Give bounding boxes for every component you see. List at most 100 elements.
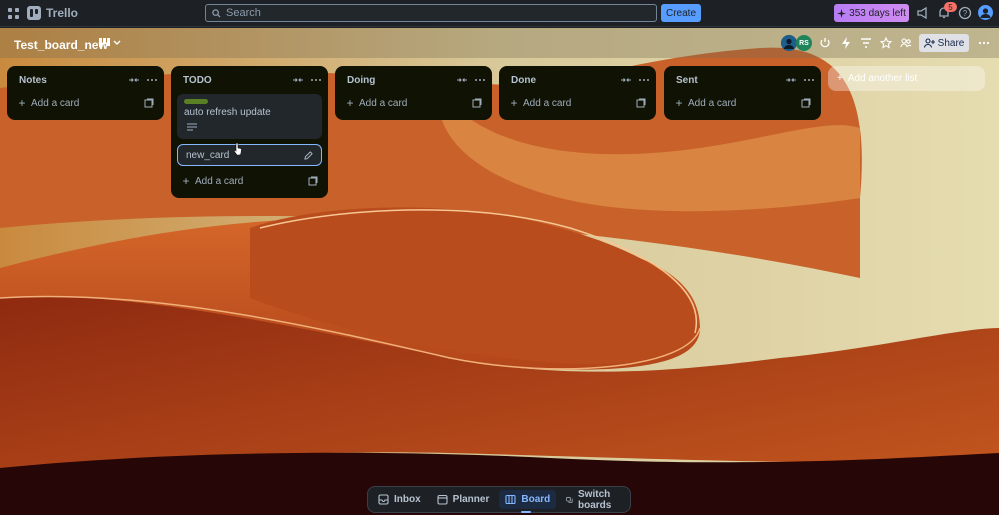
- inbox-icon: [378, 494, 389, 505]
- add-card-button[interactable]: + Add a card: [505, 92, 650, 114]
- list-actions-icon[interactable]: [474, 74, 486, 86]
- list-header: Done: [505, 72, 650, 88]
- add-card-button[interactable]: + Add a card: [177, 170, 322, 192]
- search-input[interactable]: [226, 7, 646, 19]
- list-done[interactable]: Done + Add a card: [499, 66, 656, 120]
- calendar-icon: [437, 494, 448, 505]
- card-template-icon[interactable]: [144, 98, 154, 108]
- card-title: auto refresh update: [184, 107, 271, 118]
- board-title[interactable]: Test_board_new: [14, 38, 108, 52]
- list-actions-icon[interactable]: [146, 74, 158, 86]
- top-nav: Trello Create 353 days left 5 ?: [0, 0, 999, 27]
- switch-boards-icon: [566, 497, 573, 503]
- automation-lightning-icon[interactable]: [840, 37, 852, 49]
- card[interactable]: auto refresh update: [177, 94, 322, 139]
- card-template-icon[interactable]: [472, 98, 482, 108]
- profile-avatar[interactable]: [978, 5, 993, 20]
- share-label: Share: [937, 37, 965, 49]
- list-header: Notes: [13, 72, 158, 88]
- chevron-down-icon: [113, 40, 121, 45]
- plus-icon: +: [510, 96, 518, 110]
- board-view-switcher[interactable]: [99, 38, 121, 47]
- plus-icon: +: [182, 174, 190, 188]
- share-button[interactable]: Share: [919, 34, 969, 52]
- list-actions-icon[interactable]: [310, 74, 322, 86]
- switch-boards-label: Switch boards: [578, 488, 612, 511]
- help-icon[interactable]: ?: [958, 6, 972, 20]
- sparkle-icon: [837, 8, 847, 18]
- create-button[interactable]: Create: [661, 4, 701, 22]
- app-name: Trello: [46, 6, 79, 20]
- list-header: TODO: [177, 72, 322, 88]
- card-label-green[interactable]: [184, 99, 208, 104]
- filter-icon[interactable]: [860, 37, 872, 49]
- list-title[interactable]: Notes: [19, 75, 122, 86]
- list-todo[interactable]: TODO auto refresh update new_card + Add …: [171, 66, 328, 198]
- board-view-icon: [99, 38, 110, 47]
- trial-days-label: 353 days left: [849, 7, 906, 19]
- list-notes[interactable]: Notes + Add a card: [7, 66, 164, 120]
- board-tab[interactable]: Board: [499, 490, 557, 513]
- edit-pencil-icon[interactable]: [304, 150, 313, 160]
- add-another-list-button[interactable]: + Add another list: [828, 66, 985, 91]
- add-card-button[interactable]: + Add a card: [670, 92, 815, 114]
- bottom-navigation: Inbox Planner Board Switch boards: [367, 486, 631, 513]
- board-label: Board: [521, 494, 551, 505]
- description-icon: [187, 123, 197, 131]
- inbox-label: Inbox: [394, 494, 421, 505]
- plus-icon: +: [675, 96, 683, 110]
- list-title[interactable]: Doing: [347, 75, 450, 86]
- member-avatar[interactable]: [781, 35, 797, 51]
- board-icon: [505, 494, 516, 505]
- inbox-tab[interactable]: Inbox: [372, 490, 427, 509]
- plus-icon: +: [18, 96, 26, 110]
- list-actions-icon[interactable]: [803, 74, 815, 86]
- list-actions-icon[interactable]: [638, 74, 650, 86]
- add-card-label: Add a card: [31, 97, 80, 109]
- add-list-label: Add another list: [847, 73, 918, 84]
- notification-count-badge: 5: [944, 2, 957, 12]
- planner-tab[interactable]: Planner: [431, 490, 496, 509]
- add-card-label: Add a card: [359, 97, 408, 109]
- add-card-label: Add a card: [195, 175, 244, 187]
- more-menu-icon[interactable]: [978, 37, 990, 49]
- app-switcher-icon[interactable]: [8, 8, 19, 19]
- plus-icon: +: [837, 73, 843, 84]
- card-being-edited[interactable]: new_card: [177, 144, 322, 166]
- list-title[interactable]: Done: [511, 75, 614, 86]
- megaphone-icon[interactable]: [916, 6, 930, 20]
- add-person-icon: [923, 38, 935, 48]
- members-icon[interactable]: [900, 37, 912, 49]
- hand-cursor-icon: [233, 143, 242, 155]
- card-template-icon[interactable]: [636, 98, 646, 108]
- card-template-icon[interactable]: [308, 176, 318, 186]
- power-ups-icon[interactable]: [819, 37, 831, 49]
- card-title: new_card: [186, 149, 230, 161]
- add-card-button[interactable]: + Add a card: [341, 92, 486, 114]
- member-avatar-rs[interactable]: RS: [796, 35, 812, 51]
- list-title[interactable]: TODO: [183, 75, 286, 86]
- collapse-list-icon[interactable]: [128, 74, 140, 86]
- switch-boards-tab[interactable]: Switch boards: [560, 488, 626, 511]
- svg-text:?: ?: [963, 9, 968, 18]
- collapse-list-icon[interactable]: [292, 74, 304, 86]
- trello-logo-icon: [27, 6, 41, 20]
- collapse-list-icon[interactable]: [620, 74, 632, 86]
- star-icon[interactable]: [880, 37, 892, 49]
- planner-label: Planner: [452, 494, 490, 505]
- list-doing[interactable]: Doing + Add a card: [335, 66, 492, 120]
- trial-days-button[interactable]: 353 days left: [834, 4, 909, 22]
- search-box[interactable]: [205, 4, 657, 22]
- list-header: Sent: [670, 72, 815, 88]
- list-header: Doing: [341, 72, 486, 88]
- card-template-icon[interactable]: [801, 98, 811, 108]
- search-icon: [212, 8, 221, 18]
- trello-logo[interactable]: Trello: [27, 6, 78, 20]
- list-title[interactable]: Sent: [676, 75, 779, 86]
- user-icon: [980, 8, 991, 18]
- collapse-list-icon[interactable]: [456, 74, 468, 86]
- collapse-list-icon[interactable]: [785, 74, 797, 86]
- list-sent[interactable]: Sent + Add a card: [664, 66, 821, 120]
- add-card-button[interactable]: + Add a card: [13, 92, 158, 114]
- add-card-label: Add a card: [523, 97, 572, 109]
